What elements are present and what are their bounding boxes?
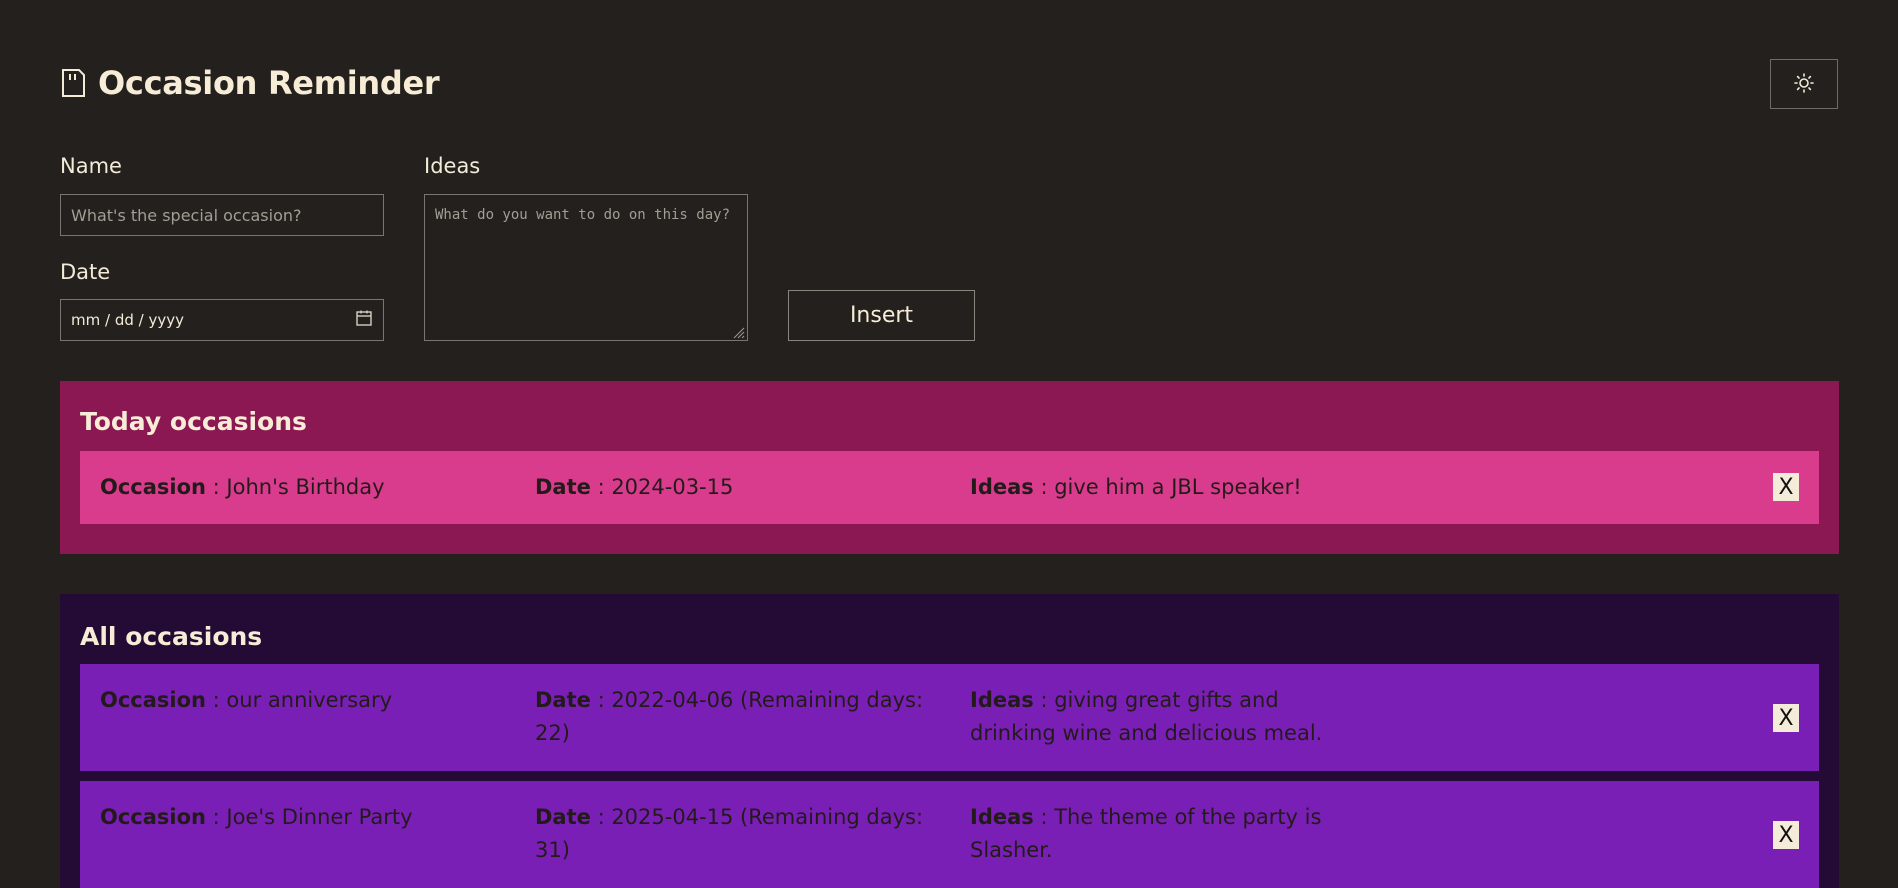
ideas-field: Ideas : giving great gifts and drinking …	[970, 684, 1370, 750]
today-occasions-section: Today occasions Occasion : John's Birthd…	[60, 381, 1839, 554]
ideas-label: Ideas	[424, 154, 481, 178]
occasion-value: : John's Birthday	[206, 475, 385, 499]
ideas-key: Ideas	[970, 475, 1034, 499]
ideas-key: Ideas	[970, 688, 1034, 712]
occasion-key: Occasion	[100, 805, 206, 829]
name-label: Name	[60, 154, 122, 178]
occasion-field: Occasion : our anniversary	[100, 684, 500, 717]
occasion-value: : Joe's Dinner Party	[206, 805, 413, 829]
delete-button[interactable]: X	[1773, 704, 1799, 732]
app-header: Occasion Reminder	[60, 64, 440, 102]
occasion-card: Occasion : Joe's Dinner Party Date : 202…	[80, 781, 1819, 888]
date-key: Date	[535, 475, 591, 499]
date-key: Date	[535, 688, 591, 712]
today-section-title: Today occasions	[80, 407, 307, 436]
calendar-icon[interactable]	[355, 309, 373, 331]
occasion-field: Occasion : John's Birthday	[100, 471, 500, 504]
occasion-value: : our anniversary	[206, 688, 393, 712]
date-field: Date : 2022-04-06 (Remaining days: 22)	[535, 684, 955, 750]
sun-icon	[1794, 72, 1814, 96]
theme-toggle-button[interactable]	[1770, 59, 1838, 109]
date-label: Date	[60, 260, 111, 284]
ideas-value: : give him a JBL speaker!	[1033, 475, 1302, 499]
all-section-title: All occasions	[80, 622, 263, 651]
date-value: : 2024-03-15	[590, 475, 734, 499]
date-value: : 2025-04-15 (Remaining days: 31)	[535, 805, 924, 862]
ideas-field: Ideas : give him a JBL speaker!	[970, 471, 1370, 504]
date-placeholder: mm / dd / yyyy	[71, 311, 184, 329]
all-occasions-section: All occasions Occasion : our anniversary…	[60, 594, 1839, 888]
ideas-field: Ideas : The theme of the party is Slashe…	[970, 801, 1370, 867]
resize-grip-icon[interactable]	[731, 324, 745, 339]
app-title: Occasion Reminder	[98, 64, 440, 102]
today-occasion-card: Occasion : John's Birthday Date : 2024-0…	[80, 451, 1819, 524]
occasion-key: Occasion	[100, 688, 206, 712]
occasion-key: Occasion	[100, 475, 206, 499]
ideas-key: Ideas	[970, 805, 1034, 829]
date-input[interactable]: mm / dd / yyyy	[60, 299, 384, 341]
document-icon	[60, 68, 86, 98]
delete-button[interactable]: X	[1773, 473, 1799, 501]
date-key: Date	[535, 805, 591, 829]
date-field: Date : 2025-04-15 (Remaining days: 31)	[535, 801, 955, 867]
ideas-textarea[interactable]	[424, 194, 748, 341]
date-field: Date : 2024-03-15	[535, 471, 955, 504]
occasion-field: Occasion : Joe's Dinner Party	[100, 801, 500, 834]
name-input[interactable]	[60, 194, 384, 236]
page: Occasion Reminder Name Date mm /	[0, 0, 1898, 888]
date-value: : 2022-04-06 (Remaining days: 22)	[535, 688, 924, 745]
occasion-card: Occasion : our anniversary Date : 2022-0…	[80, 664, 1819, 771]
delete-button[interactable]: X	[1773, 821, 1799, 849]
insert-button[interactable]: Insert	[788, 290, 975, 341]
